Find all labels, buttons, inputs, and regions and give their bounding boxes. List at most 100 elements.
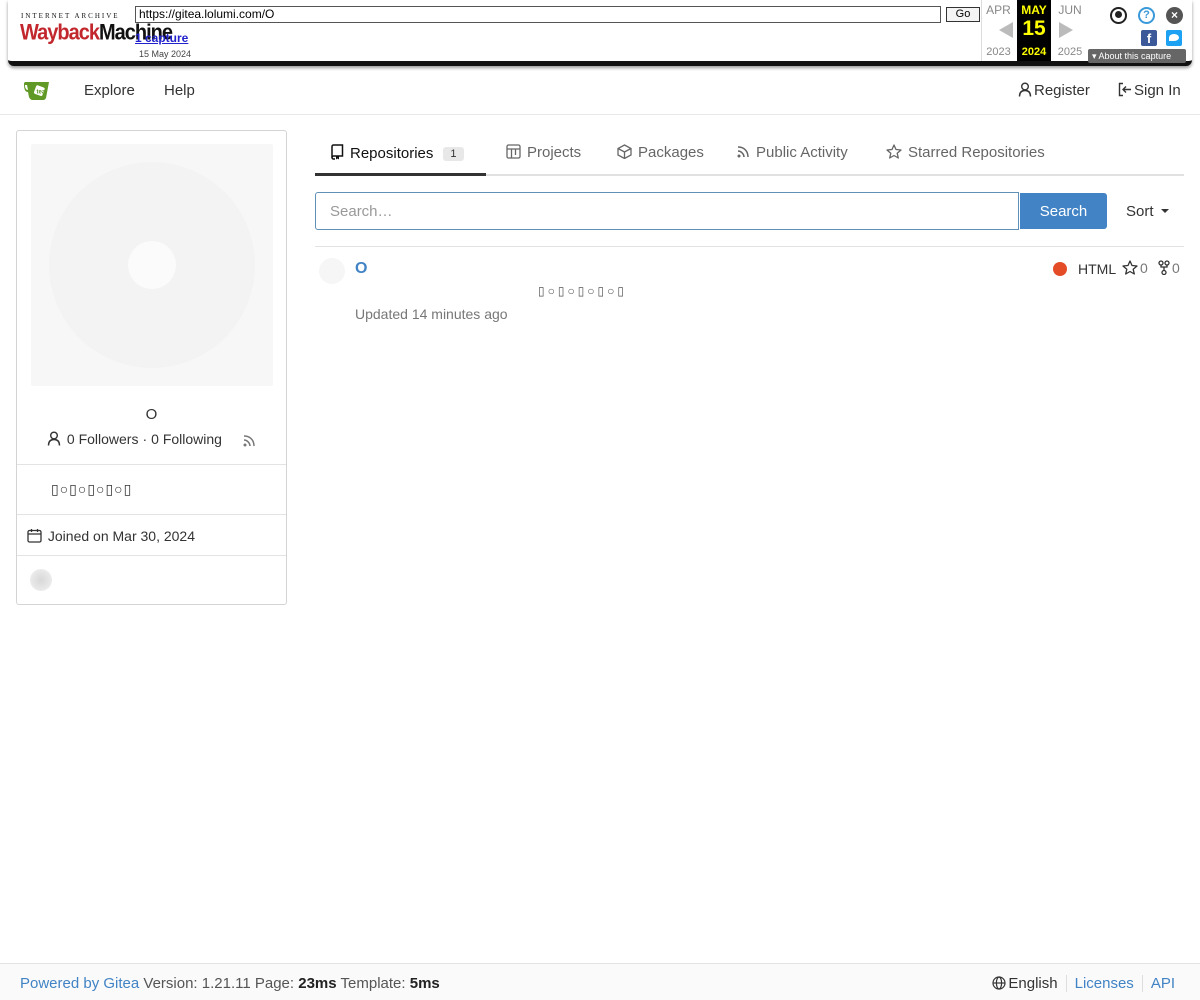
star-icon <box>1122 260 1138 275</box>
footer-info: Powered by Gitea Version: 1.21.11 Page: … <box>20 975 440 992</box>
twitter-icon[interactable] <box>1166 30 1182 46</box>
repo-stars-count: 0 <box>1140 260 1148 276</box>
wayback-about-label: About this capture <box>1098 51 1172 61</box>
tab-projects[interactable]: Projects <box>506 144 581 161</box>
wayback-captures-link[interactable]: 1 capture <box>135 31 188 45</box>
repo-forks-link[interactable]: 0 <box>1158 260 1180 276</box>
repo-count-badge: 1 <box>443 147 464 161</box>
avatar <box>31 144 273 386</box>
tab-starred-label: Starred Repositories <box>908 144 1045 161</box>
tab-starred-repositories[interactable]: Starred Repositories <box>886 144 1045 161</box>
nav-explore-link[interactable]: Explore <box>84 82 135 99</box>
tab-projects-label: Projects <box>527 144 582 161</box>
wayback-next-arrow-icon[interactable] <box>1059 22 1073 38</box>
profile-card: O 0 Followers · 0 Following ▯○▯○▯○▯○▯ Join… <box>16 130 287 605</box>
wayback-next-month: JUN <box>1058 3 1082 17</box>
profile-username: O <box>145 406 158 423</box>
api-link[interactable]: API <box>1141 975 1175 992</box>
repo-name-link[interactable]: O <box>355 260 367 278</box>
wayback-prev-year: 2023 <box>986 46 1011 58</box>
wayback-about-button[interactable]: ▾ About this capture <box>1088 49 1186 63</box>
wayback-go-button[interactable]: Go <box>946 7 980 22</box>
rss-icon[interactable] <box>242 434 256 448</box>
wayback-capture-date: 15 May 2024 <box>139 49 192 59</box>
caret-down-icon <box>1160 209 1169 213</box>
follow-separator: · <box>142 431 148 447</box>
licenses-link[interactable]: Licenses <box>1065 975 1142 992</box>
gitea-logo-icon[interactable]: tea <box>22 78 54 102</box>
footer-template-time: 5ms <box>409 975 440 992</box>
help-icon[interactable]: ? <box>1138 7 1155 24</box>
repo-avatar <box>319 258 345 284</box>
footer-page-time: 23ms <box>298 975 337 992</box>
wayback-logo-wayback: Wayback <box>20 20 100 46</box>
project-icon <box>506 144 521 159</box>
profile-bio: ▯○▯○▯○▯○▯ <box>51 481 133 497</box>
tab-packages[interactable]: Packages <box>617 144 704 161</box>
person-icon <box>1018 82 1032 97</box>
joined-date: Joined on Mar 30, 2024 <box>27 528 195 544</box>
tab-repositories-label: Repositories <box>350 145 434 162</box>
wayback-cur-month: MAY <box>1021 3 1047 17</box>
repo-forks-count: 0 <box>1172 260 1180 276</box>
badge-icon <box>30 569 52 591</box>
follow-row: 0 Followers · 0 Following <box>47 431 259 447</box>
repo-search-input[interactable] <box>315 192 1019 230</box>
wayback-next-year: 2025 <box>1057 46 1083 58</box>
nav-register-link[interactable]: Register <box>1018 82 1090 99</box>
footer-links: English Licenses API <box>984 975 1175 992</box>
globe-icon <box>992 976 1007 990</box>
sort-dropdown[interactable]: Sort <box>1126 203 1169 220</box>
active-tab-indicator <box>315 173 486 176</box>
wayback-logo[interactable]: INTERNET ARCHIVE WaybackMachine <box>20 10 173 50</box>
powered-by-link[interactable]: Powered by Gitea <box>20 975 139 992</box>
facebook-icon[interactable]: f <box>1141 30 1157 46</box>
profile-divider <box>17 555 286 556</box>
joined-label: Joined on Mar 30, 2024 <box>47 528 195 544</box>
repo-stars-link[interactable]: 0 <box>1122 260 1148 276</box>
tab-public-activity[interactable]: Public Activity <box>736 144 848 161</box>
footer: Powered by Gitea Version: 1.21.11 Page: … <box>0 963 1200 1000</box>
tab-activity-label: Public Activity <box>756 144 848 161</box>
profile-divider <box>17 464 286 465</box>
repo-language: HTML <box>1078 261 1117 277</box>
search-button[interactable]: Search <box>1020 193 1107 229</box>
sort-label: Sort <box>1126 203 1154 220</box>
profile-tabs: Repositories 1 Projects Packages Public A… <box>315 130 1184 176</box>
nav-signin-label: Sign In <box>1134 82 1181 99</box>
wayback-prev-month: APR <box>986 3 1011 17</box>
navbar: tea Explore Help Register Sign In <box>0 66 1200 115</box>
repo-updated-time: Updated 14 minutes ago <box>355 306 508 322</box>
package-icon <box>617 144 632 159</box>
wayback-current-col: MAY 15 2024 <box>1017 0 1051 61</box>
rss-icon <box>737 146 749 158</box>
following-link[interactable]: 0 Following <box>151 431 222 447</box>
nav-signin-link[interactable]: Sign In <box>1118 82 1181 99</box>
nav-register-label: Register <box>1034 82 1090 99</box>
svg-text:tea: tea <box>37 90 46 96</box>
repo-description: ▯○▯○▯○▯○▯ <box>538 284 628 298</box>
tab-repositories[interactable]: Repositories 1 <box>331 144 464 162</box>
list-divider <box>315 246 1184 247</box>
wayback-logo-top: INTERNET ARCHIVE <box>21 12 120 20</box>
sign-in-icon <box>1118 82 1131 97</box>
close-icon[interactable]: × <box>1166 7 1183 24</box>
wayback-cur-year: 2024 <box>1021 46 1047 58</box>
wayback-url-input[interactable]: https://gitea.lolumi.com/O <box>135 6 941 23</box>
language-selector[interactable]: English <box>984 975 1065 992</box>
user-icon[interactable] <box>1110 7 1127 24</box>
calendar-icon <box>27 529 42 543</box>
profile-divider <box>17 514 286 515</box>
fork-icon <box>1158 260 1170 275</box>
nav-help-link[interactable]: Help <box>164 82 195 99</box>
wayback-prev-arrow-icon[interactable] <box>999 22 1013 38</box>
wayback-cur-day: 15 <box>1022 17 1046 40</box>
footer-template-label: Template: <box>336 975 410 992</box>
repo-icon <box>331 144 344 160</box>
avatar-center <box>128 241 176 289</box>
language-label: English <box>1008 975 1058 992</box>
footer-version: Version: 1.21.11 Page: <box>139 975 299 992</box>
tab-packages-label: Packages <box>638 144 704 161</box>
followers-link[interactable]: 0 Followers <box>67 431 139 447</box>
language-color-dot <box>1053 262 1067 276</box>
